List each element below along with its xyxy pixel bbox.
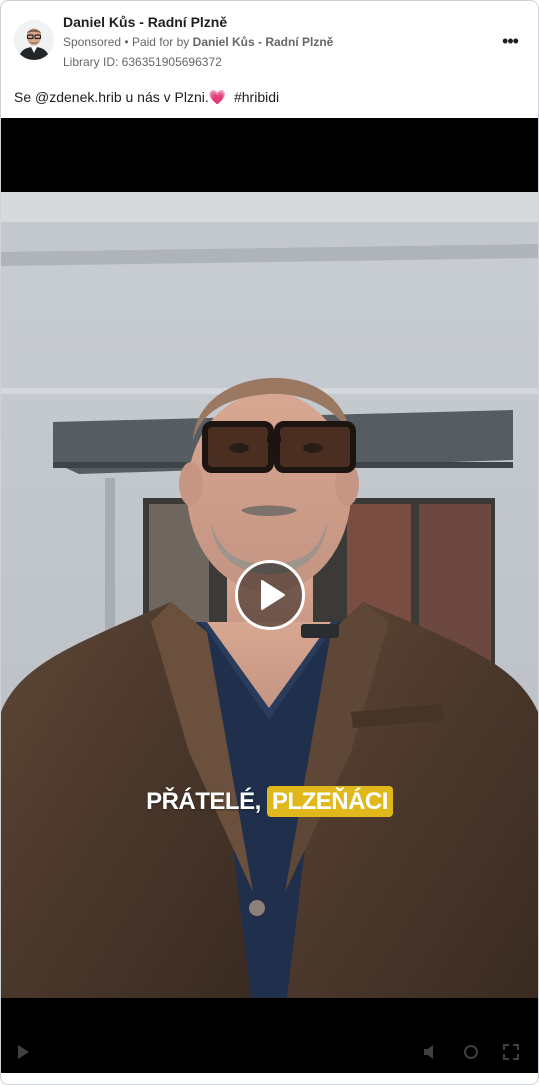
page-name[interactable]: Daniel Kůs - Radní Plzně: [63, 14, 227, 30]
avatar-portrait: [14, 20, 54, 60]
caption-text: Se @zdenek.hrib u nás v Plzni.: [14, 89, 209, 105]
volume-icon[interactable]: [421, 1042, 441, 1062]
subtitle-white-text: PŘÁTELÉ,: [146, 788, 261, 815]
subtitle-highlight-text: PLZEŇÁCI: [266, 786, 393, 817]
ad-header: Daniel Kůs - Radní Plzně Sponsored • Pai…: [1, 1, 538, 81]
more-horizontal-icon: •••: [502, 31, 519, 51]
hashtag-link[interactable]: #hribidi: [234, 89, 279, 105]
library-id: Library ID: 636351905696372: [63, 55, 222, 69]
sponsored-label: Sponsored: [63, 35, 122, 49]
video-player[interactable]: PŘÁTELÉ, PLZEŇÁCI: [1, 118, 538, 1073]
meta-separator: •: [124, 35, 129, 49]
fullscreen-icon[interactable]: [501, 1042, 521, 1062]
ad-card: Daniel Kůs - Radní Plzně Sponsored • Pai…: [0, 0, 539, 1085]
play-icon: [261, 580, 285, 610]
video-subtitle: PŘÁTELÉ, PLZEŇÁCI: [1, 786, 538, 817]
play-button[interactable]: [235, 560, 305, 630]
post-caption: Se @zdenek.hrib u nás v Plzni.💗 #hribidi: [14, 89, 279, 106]
page-avatar[interactable]: [14, 20, 54, 60]
paid-for-prefix: Paid for by: [131, 35, 190, 49]
settings-icon[interactable]: [461, 1042, 481, 1062]
paid-for-name: Daniel Kůs - Radní Plzně: [192, 35, 334, 49]
play-small-icon[interactable]: [13, 1042, 33, 1062]
heart-emoji: 💗: [208, 89, 227, 105]
more-options-button[interactable]: •••: [498, 31, 522, 51]
video-controls: [1, 1038, 538, 1068]
sponsored-line: Sponsored • Paid for by Daniel Kůs - Rad…: [63, 35, 333, 49]
